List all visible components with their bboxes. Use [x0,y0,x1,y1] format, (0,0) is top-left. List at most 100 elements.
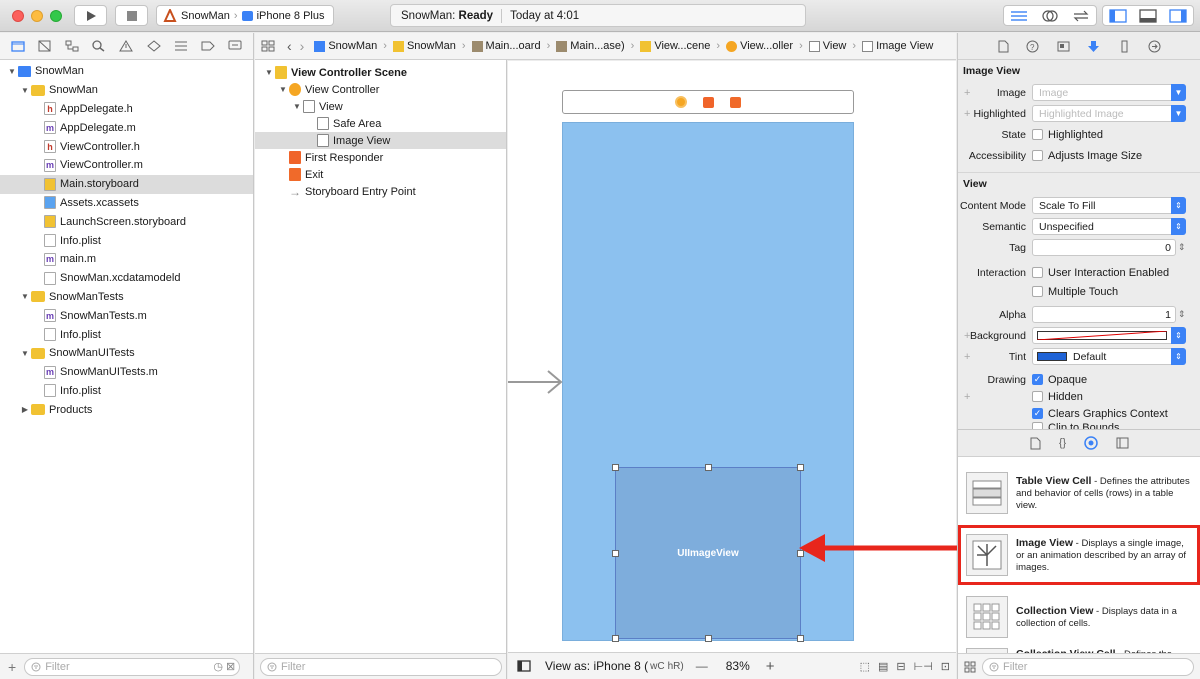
file-tree-item[interactable]: LaunchScreen.storyboard [0,212,253,231]
outline-item[interactable]: ▼ View Controller [255,81,506,98]
connections-inspector-icon[interactable] [1148,40,1161,53]
disclosure-closed-icon[interactable]: ▶ [19,405,31,414]
file-template-library-icon[interactable] [1029,437,1041,450]
related-items-icon[interactable] [261,40,275,52]
breadcrumb-item[interactable]: Main...ase) [556,40,625,52]
navigator-filter-field[interactable]: Filter ◷ ⊠ [24,657,241,676]
resize-handle[interactable] [705,635,712,642]
add-icon[interactable]: + [8,659,16,675]
content-mode-popup[interactable]: Scale To Fill ⇕ [1032,197,1186,214]
file-tree-item[interactable]: m ViewController.m [0,156,253,175]
library-item[interactable]: Image View - Displays a single image, or… [958,525,1200,585]
issue-navigator-icon[interactable] [119,40,134,52]
add-variation-icon[interactable]: + [964,87,970,99]
breadcrumb-item[interactable]: View...oller [726,40,793,52]
file-tree-item[interactable]: ▼ SnowMan [0,81,253,100]
disclosure-open-icon[interactable]: ▼ [19,292,31,301]
add-variation-icon[interactable]: + [964,108,970,120]
file-tree-item[interactable]: m SnowManTests.m [0,306,253,325]
resize-handle[interactable] [612,550,619,557]
highlighted-checkbox[interactable] [1032,129,1043,140]
debug-navigator-icon[interactable] [174,40,188,52]
report-navigator-icon[interactable] [228,40,242,52]
file-tree-item[interactable]: Assets.xcassets [0,194,253,213]
library-item[interactable]: Collection View - Displays data in a col… [958,586,1200,648]
add-variation-icon[interactable]: + [964,351,970,363]
first-responder-icon[interactable] [703,96,714,108]
breadcrumb-item[interactable]: SnowMan [314,40,377,52]
resize-handle[interactable] [612,464,619,471]
outline-item[interactable]: Safe Area [255,115,506,132]
source-control-icon[interactable] [38,40,52,52]
outline-item[interactable]: First Responder [255,149,506,166]
scheme-selector[interactable]: SnowMan › iPhone 8 Plus [156,5,334,26]
file-tree-item[interactable]: ▶ Products [0,400,253,419]
image-combobox[interactable]: Image ▼ [1032,84,1186,101]
back-icon[interactable]: ‹ [287,38,292,54]
standard-editor-icon[interactable] [1010,10,1028,22]
user-interaction-checkbox[interactable] [1032,267,1043,278]
search-icon[interactable] [92,40,106,52]
outline-item[interactable]: ▼ View [255,98,506,115]
file-tree-item[interactable]: Info.plist [0,382,253,401]
view-as-label[interactable]: View as: iPhone 8 ( [545,659,648,673]
disclosure-open-icon[interactable]: ▼ [291,102,303,111]
library-item[interactable]: Table View Cell - Defines the attributes… [958,462,1200,524]
semantic-popup[interactable]: Unspecified ⇕ [1032,218,1186,235]
file-tree-item[interactable]: ▼ SnowManTests [0,288,253,307]
multiple-touch-checkbox[interactable] [1032,286,1043,297]
highlighted-image-combobox[interactable]: Highlighted Image ▼ [1032,105,1186,122]
forward-icon[interactable]: › [300,38,305,54]
background-color-well[interactable]: ⇕ [1032,327,1186,344]
resize-handle[interactable] [797,635,804,642]
attributes-inspector-icon[interactable] [1087,40,1100,53]
opaque-checkbox[interactable]: ✓ [1032,374,1043,385]
alpha-field[interactable]: 1 [1032,306,1176,323]
embed-in-icon[interactable]: ⬚ [860,660,870,673]
adjusts-image-size-checkbox[interactable] [1032,150,1043,161]
view-controller-icon[interactable] [675,96,687,108]
hidden-checkbox[interactable] [1032,391,1043,402]
show-outline-icon[interactable] [517,660,531,672]
library-filter-field[interactable]: Filter [982,657,1194,676]
assistant-editor-icon[interactable] [1041,9,1059,23]
tag-stepper[interactable]: ⇕ [1178,242,1186,253]
zoom-out-button[interactable]: — [696,659,708,673]
file-tree-item[interactable]: SnowMan.xcdatamodeld [0,269,253,288]
symbol-navigator-icon[interactable] [65,40,79,52]
outline-item[interactable]: Image View [255,132,506,149]
align-icon[interactable]: ⊟ [896,660,905,673]
add-variation-icon[interactable]: + [964,391,970,403]
alpha-stepper[interactable]: ⇕ [1178,309,1186,320]
outline-item[interactable]: ▼ View Controller Scene [255,64,506,81]
grid-view-icon[interactable] [964,661,976,673]
test-navigator-icon[interactable] [146,40,161,52]
breakpoint-navigator-icon[interactable] [201,40,215,52]
breadcrumb-item[interactable]: Image View [862,40,933,52]
file-tree-item[interactable]: m SnowManUITests.m [0,363,253,382]
update-frames-icon[interactable]: ▤ [878,660,888,673]
file-tree-item[interactable]: Info.plist [0,325,253,344]
file-tree-item[interactable]: m main.m [0,250,253,269]
media-library-icon[interactable] [1116,437,1129,449]
stop-button[interactable] [115,5,148,26]
recent-files-icon[interactable]: ◷ ⊠ [213,660,235,673]
outline-filter-field[interactable]: Filter [260,657,502,676]
zoom-in-button[interactable]: + [766,658,775,675]
file-tree-item[interactable]: h AppDelegate.h [0,100,253,119]
file-tree-item[interactable]: Info.plist [0,231,253,250]
outline-item[interactable]: → Storyboard Entry Point [255,183,506,200]
disclosure-open-icon[interactable]: ▼ [19,349,31,358]
disclosure-open-icon[interactable]: ▼ [6,67,18,76]
resize-handle[interactable] [705,464,712,471]
size-inspector-icon[interactable] [1118,40,1131,53]
utilities-toggle-icon[interactable] [1169,8,1187,23]
tag-field[interactable]: 0 [1032,239,1176,256]
disclosure-open-icon[interactable]: ▼ [263,68,275,77]
code-snippet-library-icon[interactable]: {} [1059,437,1066,449]
debug-toggle-icon[interactable] [1139,8,1157,23]
entry-point-arrow[interactable] [508,365,566,399]
breadcrumb-item[interactable]: Main...oard [471,40,541,52]
file-tree-item[interactable]: ▼ SnowManUITests [0,344,253,363]
help-inspector-icon[interactable]: ? [1026,40,1039,53]
